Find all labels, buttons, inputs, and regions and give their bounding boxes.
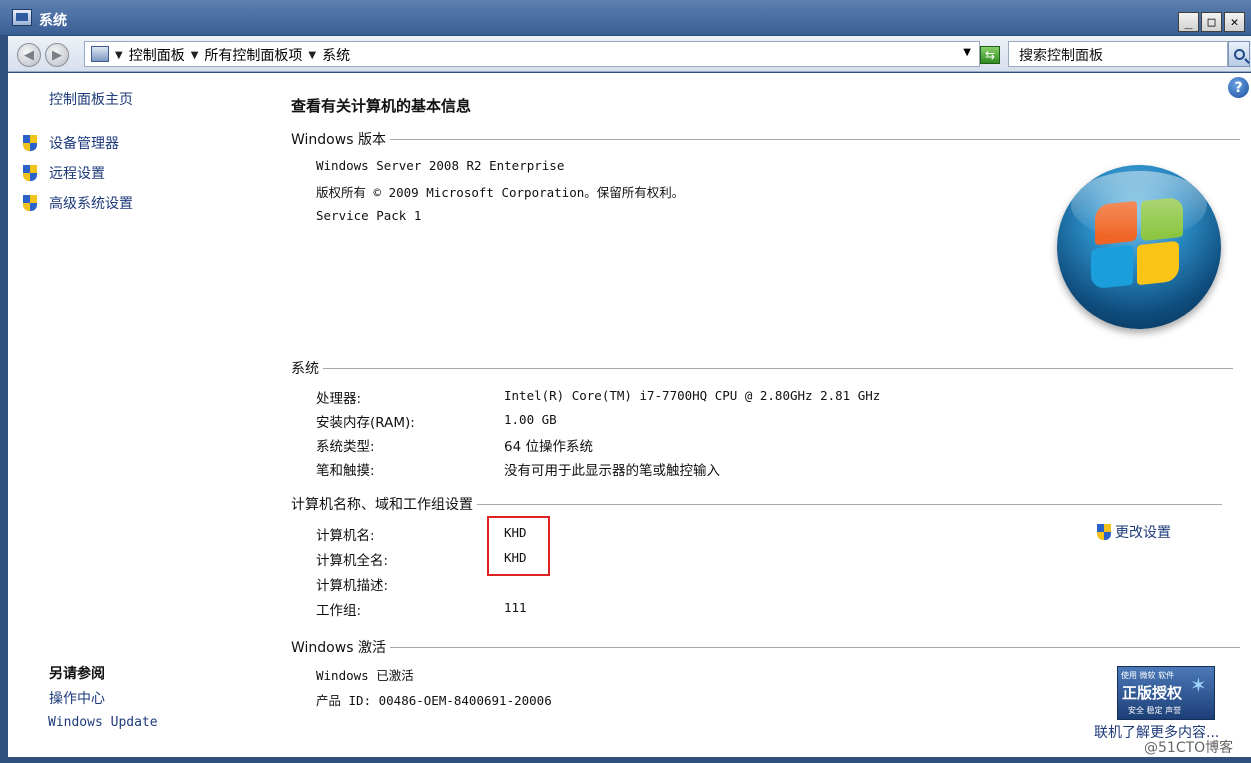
processor-value: Intel(R) Core(TM) i7-7700HQ CPU @ 2.80GH…	[504, 388, 881, 403]
chevron-down-icon[interactable]: ▼	[191, 50, 199, 61]
computer-name-label: 计算机名:	[316, 528, 375, 544]
system-type-label: 系统类型:	[316, 439, 375, 455]
advanced-system-settings-link[interactable]: 高级系统设置	[49, 193, 133, 213]
control-panel-home-link[interactable]: 控制面板主页	[49, 89, 133, 109]
processor-label: 处理器:	[316, 391, 362, 407]
see-also-heading: 另请参阅	[49, 666, 105, 682]
section-system: 系统	[291, 358, 1233, 378]
search-icon	[1233, 48, 1245, 60]
forward-button[interactable]: ▶	[45, 43, 69, 67]
window-controls: _ □ ✕	[1178, 12, 1245, 32]
divider	[389, 138, 1240, 140]
search-input[interactable]: 搜索控制面板	[1008, 41, 1228, 67]
chevron-down-icon[interactable]: ▼	[115, 50, 123, 61]
activation-status: Windows 已激活	[316, 668, 414, 683]
address-bar: ◀ ▶ ▼ 控制面板 ▼ 所有控制面板项 ▼ 系统 ▼ ⇆ 搜索控制面板	[8, 36, 1251, 72]
help-icon[interactable]: ?	[1228, 77, 1249, 98]
ram-value: 1.00 GB	[504, 412, 557, 427]
copyright-text: 版权所有 © 2009 Microsoft Corporation。保留所有权利…	[316, 185, 685, 200]
genuine-microsoft-badge[interactable]: 使用 微软 软件 ✶ 正版授权 安全 稳定 声誉	[1117, 666, 1215, 720]
section-heading: 计算机名称、域和工作组设置	[291, 497, 473, 513]
divider	[389, 646, 1240, 648]
breadcrumb-control-panel[interactable]: 控制面板	[129, 45, 185, 65]
refresh-icon: ⇆	[984, 48, 996, 62]
search-button[interactable]	[1228, 41, 1250, 67]
content-pane: ? 控制面板主页 设备管理器 远程设置 高级系统设置 另请参阅 操作中心 Win…	[8, 73, 1251, 757]
page-title: 查看有关计算机的基本信息	[291, 97, 472, 115]
star-icon: ✶	[1190, 673, 1207, 697]
maximize-button[interactable]: □	[1201, 12, 1222, 32]
uac-shield-icon	[1096, 523, 1112, 541]
system-icon	[12, 9, 32, 26]
flag-yellow	[1137, 240, 1179, 286]
back-button[interactable]: ◀	[17, 43, 41, 67]
section-computer-name: 计算机名称、域和工作组设置	[291, 494, 1222, 514]
divider	[323, 367, 1233, 369]
section-heading: 系统	[291, 361, 319, 377]
uac-shield-icon	[22, 164, 38, 182]
pen-touch-label: 笔和触摸:	[316, 463, 375, 479]
address-dropdown-icon[interactable]: ▼	[963, 47, 971, 58]
product-id: 产品 ID: 00486-OEM-8400691-20006	[316, 693, 552, 708]
system-type-value: 64 位操作系统	[504, 439, 593, 455]
system-window: 系统 _ □ ✕ ◀ ▶ ▼ 控制面板 ▼ 所有控制面板项 ▼ 系统 ▼ ⇆ 搜…	[0, 0, 1251, 763]
badge-main-text: 正版授权	[1122, 684, 1183, 702]
title-bar[interactable]: 系统 _ □ ✕	[0, 0, 1251, 36]
section-heading: Windows 激活	[291, 640, 386, 656]
breadcrumb-all-items[interactable]: 所有控制面板项	[204, 45, 302, 65]
highlight-box	[487, 516, 550, 576]
breadcrumb: ▼ 控制面板 ▼ 所有控制面板项 ▼ 系统	[115, 45, 350, 65]
refresh-button[interactable]: ⇆	[980, 46, 1000, 64]
minimize-button[interactable]: _	[1178, 12, 1199, 32]
address-box[interactable]: ▼ 控制面板 ▼ 所有控制面板项 ▼ 系统 ▼	[84, 41, 980, 67]
pen-touch-value: 没有可用于此显示器的笔或触控输入	[504, 463, 720, 479]
change-settings-label[interactable]: 更改设置	[1115, 522, 1171, 542]
section-activation: Windows 激活	[291, 637, 1240, 657]
device-manager-link[interactable]: 设备管理器	[49, 133, 119, 153]
back-arrow-icon: ◀	[24, 47, 34, 63]
flag-blue	[1091, 244, 1133, 290]
watermark: @51CTO博客	[1144, 740, 1234, 756]
computer-description-label: 计算机描述:	[316, 578, 389, 594]
change-settings-link[interactable]: 更改设置	[1096, 522, 1171, 542]
forward-arrow-icon: ▶	[52, 47, 62, 63]
action-center-link[interactable]: 操作中心	[49, 688, 105, 708]
badge-top-text: 使用 微软 软件	[1121, 671, 1175, 680]
breadcrumb-system[interactable]: 系统	[322, 45, 350, 65]
section-windows-edition: Windows 版本	[291, 129, 1240, 149]
ram-label: 安装内存(RAM):	[316, 415, 415, 431]
workgroup-value: 111	[504, 600, 527, 615]
uac-shield-icon	[22, 194, 38, 212]
logo-shine	[1071, 171, 1207, 239]
remote-settings-link[interactable]: 远程设置	[49, 163, 105, 183]
os-edition: Windows Server 2008 R2 Enterprise	[316, 158, 565, 173]
windows-update-link[interactable]: Windows Update	[48, 715, 158, 730]
uac-shield-icon	[22, 134, 38, 152]
service-pack: Service Pack 1	[316, 208, 422, 223]
badge-bottom-text: 安全 稳定 声誉	[1128, 706, 1182, 715]
workgroup-label: 工作组:	[316, 603, 362, 619]
divider	[477, 503, 1222, 505]
full-computer-name-label: 计算机全名:	[316, 553, 389, 569]
section-heading: Windows 版本	[291, 132, 386, 148]
close-button[interactable]: ✕	[1224, 12, 1245, 32]
windows-logo	[1057, 165, 1221, 329]
chevron-down-icon[interactable]: ▼	[308, 50, 316, 61]
control-panel-icon	[91, 46, 109, 62]
window-title: 系统	[39, 13, 67, 29]
